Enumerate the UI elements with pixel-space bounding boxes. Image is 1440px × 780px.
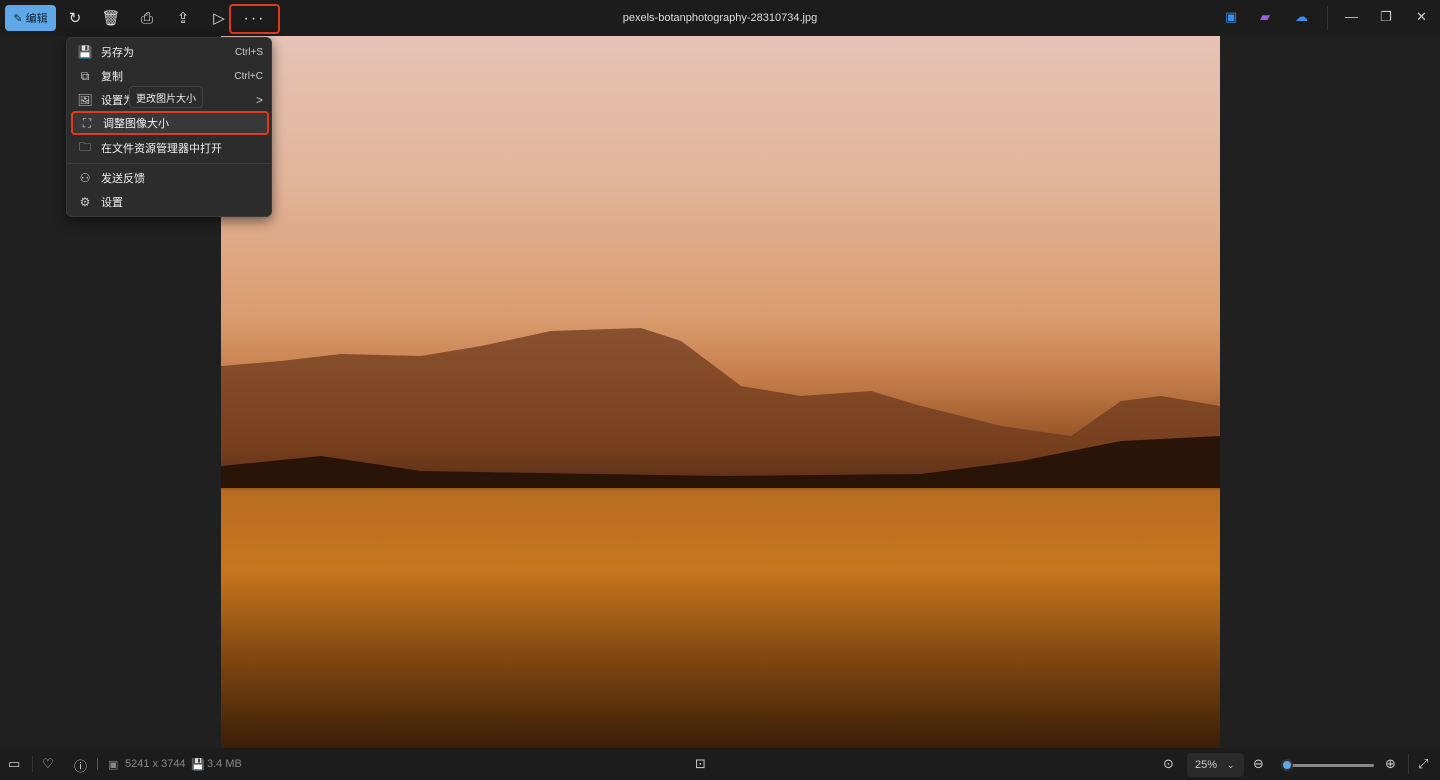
top-toolbar: ✎ 编辑 ↻ 🗑 ⎙ ⇪ ▷ ··· pexels-botanphotograph… [0, 0, 1440, 36]
file-title: pexels-botanphotography-28310734.jpg [622, 12, 818, 24]
info-icon[interactable]: ⓘ [74, 756, 87, 775]
set-as-image-icon: 🖼 [77, 93, 93, 107]
favorite-heart-icon[interactable]: ♡ [42, 756, 54, 772]
gear-icon: ⚙ [79, 195, 91, 209]
divider [32, 756, 33, 772]
save-icon: 💾 [77, 45, 93, 59]
fit-to-window-icon[interactable]: ⊡ [695, 756, 706, 772]
zoom-level-dropdown[interactable]: 25% ⌄ [1187, 753, 1244, 777]
menu-divider [67, 163, 271, 164]
divider [97, 758, 98, 770]
copy-icon: ⧉ [80, 68, 90, 83]
tooltip: 更改图片大小 [129, 86, 203, 108]
file-size: 3.4 MB [207, 758, 242, 770]
zoom-slider-thumb[interactable] [1280, 759, 1293, 771]
clipchamp-icon[interactable]: ▰ [1260, 9, 1270, 25]
menu-item-send-feedback[interactable]: ⚇ 发送反馈 [71, 166, 269, 190]
fullscreen-icon[interactable]: ⤢ [1418, 756, 1428, 772]
minimize-icon[interactable]: — [1345, 9, 1358, 24]
chevron-right-icon: > [255, 93, 263, 107]
onedrive-off-icon[interactable]: ☁ [1295, 9, 1308, 25]
image-dimensions: 5241 x 3744 [125, 758, 186, 770]
file-size-icon: 💾 [191, 759, 205, 771]
more-options-menu: 💾 另存为 Ctrl+S ⧉ 复制 Ctrl+C 🖼 设置为 > ⛶ 调整图像大小 🗀 在文件资… [66, 37, 272, 217]
photos-app-icon[interactable]: ▣ [1225, 9, 1237, 25]
menu-item-copy[interactable]: ⧉ 复制 Ctrl+C [71, 64, 269, 88]
chevron-down-icon: ⌄ [1227, 759, 1235, 770]
divider [1408, 754, 1409, 774]
dimensions-icon: ▣ [108, 759, 119, 771]
feedback-icon: ⚇ [79, 171, 91, 185]
folder-icon: 🗀 [78, 139, 91, 154]
close-icon[interactable]: ✕ [1416, 9, 1427, 25]
menu-item-save-as[interactable]: 💾 另存为 Ctrl+S [71, 40, 269, 64]
divider [1327, 6, 1328, 30]
menu-item-open-in-explorer[interactable]: 🗀 在文件资源管理器中打开 [71, 136, 269, 160]
resize-icon: ⛶ [82, 115, 92, 130]
zoom-in-icon[interactable]: ⊕ [1385, 756, 1396, 772]
zoom-slider[interactable] [1282, 764, 1374, 767]
restore-icon[interactable]: ❐ [1380, 9, 1392, 25]
mountain-silhouette [221, 328, 1220, 488]
menu-item-resize-image[interactable]: ⛶ 调整图像大小 [71, 111, 269, 135]
filmstrip-icon[interactable]: ▭ [8, 756, 20, 772]
actual-size-icon[interactable]: ⊙ [1163, 756, 1174, 772]
menu-item-settings[interactable]: ⚙ 设置 [71, 190, 269, 214]
zoom-out-icon[interactable]: ⊖ [1253, 756, 1264, 772]
photo-view [221, 36, 1220, 748]
